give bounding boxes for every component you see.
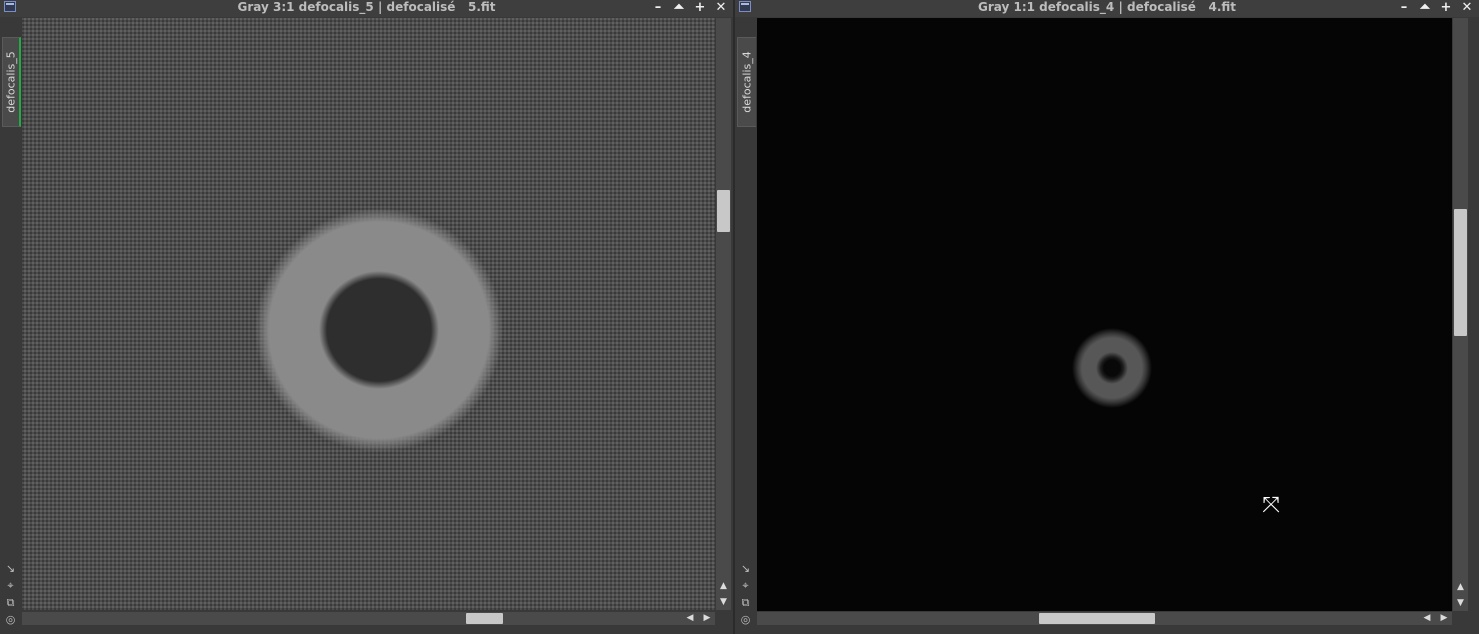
scroll-right-arrow[interactable]: ▶: [1437, 612, 1451, 625]
scroll-left-arrow[interactable]: ◀: [1420, 612, 1434, 625]
window-titlebar[interactable]: Gray 1:1 defocalis_4 | defocalisé 4.fit …: [735, 0, 1479, 17]
maximize-button[interactable]: +: [1438, 0, 1454, 15]
scroll-up-arrow[interactable]: ▲: [716, 580, 731, 592]
maximize-button[interactable]: +: [692, 0, 708, 15]
target-icon[interactable]: ◎: [4, 613, 17, 626]
image-window-defocalis-4[interactable]: Gray 1:1 defocalis_4 | defocalisé 4.fit …: [735, 0, 1479, 634]
window-title: Gray 3:1 defocalis_5 | defocalisé 5.fit: [237, 0, 496, 14]
resize-cursor-icon: ⤧: [1262, 493, 1280, 518]
clone-icon[interactable]: ⧉: [4, 596, 17, 609]
window-title: Gray 1:1 defocalis_4 | defocalisé 4.fit: [977, 0, 1237, 14]
scroll-left-arrow[interactable]: ◀: [683, 612, 697, 625]
scrollbar-thumb[interactable]: [466, 613, 503, 624]
minimize-button[interactable]: –: [650, 0, 666, 15]
target-icon[interactable]: ◎: [739, 613, 752, 626]
fit-view-icon[interactable]: ⌖: [4, 579, 17, 592]
scroll-right-arrow[interactable]: ▶: [700, 612, 714, 625]
clone-icon[interactable]: ⧉: [739, 596, 752, 609]
scrollbar-thumb[interactable]: [1454, 209, 1467, 336]
scroll-down-arrow[interactable]: ▼: [1453, 597, 1468, 609]
vertical-scrollbar[interactable]: ▲ ▼: [1453, 18, 1468, 611]
shrink-icon[interactable]: ↘: [4, 562, 17, 575]
view-side-panel: defocalis_4 ↘ ⌖ ⧉ ◎: [735, 17, 756, 634]
image-window-defocalis-5[interactable]: Gray 3:1 defocalis_5 | defocalisé 5.fit …: [0, 0, 733, 634]
scrollbar-thumb[interactable]: [1039, 613, 1155, 624]
close-button[interactable]: ✕: [713, 0, 729, 15]
window-titlebar[interactable]: Gray 3:1 defocalis_5 | defocalisé 5.fit …: [0, 0, 733, 17]
view-side-panel: defocalis_5 ↘ ⌖ ⧉ ◎: [0, 17, 21, 634]
image-viewport[interactable]: [22, 18, 715, 610]
shade-button[interactable]: ⏶: [671, 0, 687, 15]
view-id-tab[interactable]: defocalis_4: [737, 37, 756, 127]
shade-button[interactable]: ⏶: [1417, 0, 1433, 15]
fit-view-icon[interactable]: ⌖: [739, 579, 752, 592]
horizontal-scrollbar[interactable]: ◀ ▶: [757, 612, 1452, 625]
scrollbar-thumb[interactable]: [717, 190, 730, 232]
shrink-icon[interactable]: ↘: [739, 562, 752, 575]
horizontal-scrollbar[interactable]: ◀ ▶: [22, 612, 715, 625]
view-id-label: defocalis_5: [4, 51, 18, 113]
view-id-label: defocalis_4: [740, 51, 754, 113]
vertical-scrollbar[interactable]: ▲ ▼: [716, 18, 731, 610]
view-id-tab[interactable]: defocalis_5: [2, 37, 21, 127]
scroll-up-arrow[interactable]: ▲: [1453, 581, 1468, 593]
minimize-button[interactable]: –: [1396, 0, 1412, 15]
close-button[interactable]: ✕: [1459, 0, 1475, 15]
scroll-down-arrow[interactable]: ▼: [716, 596, 731, 608]
image-viewport[interactable]: ⤧: [757, 18, 1452, 611]
